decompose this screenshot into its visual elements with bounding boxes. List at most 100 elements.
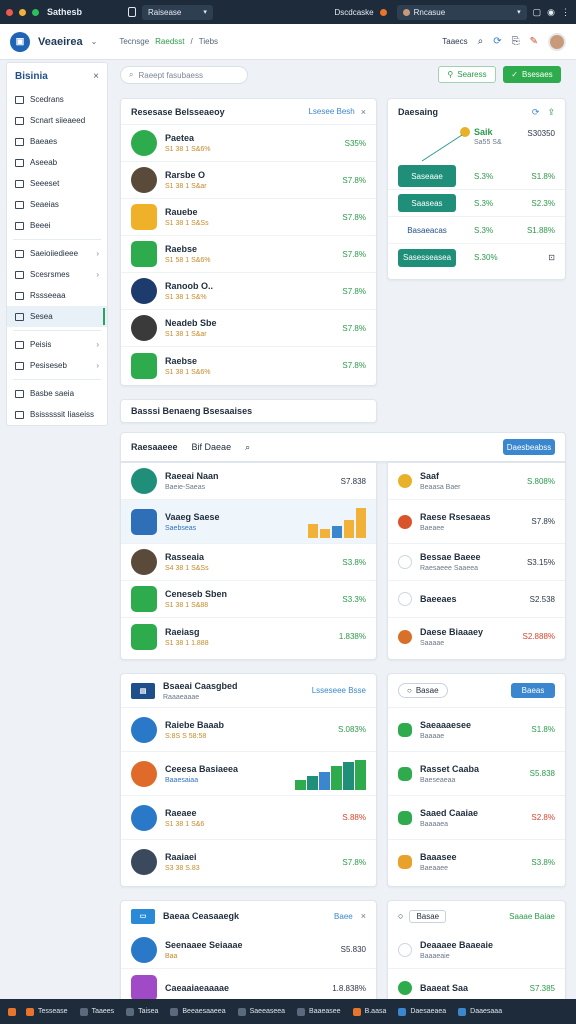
list-item[interactable]: Seenaaee Seiaaae Baa S5.830 xyxy=(121,931,376,969)
pin-icon[interactable]: ✎ xyxy=(530,36,538,47)
ledger-button[interactable]: Baeas xyxy=(511,683,555,698)
card-link[interactable]: Saaae Baiae xyxy=(509,912,555,921)
list-item[interactable]: Ceeesa Basiaeea Baaesaiaa xyxy=(121,752,376,796)
list-item[interactable]: Raeaee S1 38 1 S&6 S.88% xyxy=(121,796,376,840)
maximize-window-icon[interactable] xyxy=(32,8,39,16)
ledger-tab[interactable]: ○ Basae xyxy=(398,683,448,698)
app-logo-icon[interactable]: ▣ xyxy=(10,31,30,52)
profile-tab[interactable]: Rncasue ▾ xyxy=(396,4,527,20)
refresh-icon[interactable]: ⟳ xyxy=(493,36,501,47)
close-icon[interactable]: × xyxy=(361,107,366,117)
sidebar-item[interactable]: Scesrsmes › xyxy=(7,264,107,285)
sidebar-item[interactable]: Saeioiiedieee › xyxy=(7,243,107,264)
list-item[interactable]: Saeaaaesee Baaaae S1.8% xyxy=(388,708,565,752)
list-item[interactable]: Baaasee Baeaaee S3.8% xyxy=(388,840,565,884)
chevron-down-icon[interactable]: ⌄ xyxy=(91,37,98,46)
list-item[interactable]: Vaaeg Saese Saebseas xyxy=(121,500,376,544)
list-item[interactable]: Raese Rsesaeas Baeaee S7.8% xyxy=(388,500,565,544)
list-item[interactable]: Rauebe S1 38 1 S&Ss S7.8% xyxy=(121,199,376,236)
list-item[interactable]: Raiebe Baaab S:8S S 58:58 S.083% xyxy=(121,708,376,752)
taskbar-item[interactable]: Baaeasee xyxy=(297,1007,341,1016)
detail-row[interactable]: Basaeacas S.3% S1.88% xyxy=(388,217,565,244)
sidebar-item[interactable]: Baeaes xyxy=(7,131,107,152)
sidebar-item[interactable]: Basbe saeia xyxy=(7,383,107,404)
list-item[interactable]: Deaaaee Baaeaie Baaaeaie xyxy=(388,931,565,969)
link-icon[interactable]: ⎘ xyxy=(512,36,520,47)
detail-pill[interactable]: Sasesseasea xyxy=(398,248,456,267)
detail-pill[interactable]: Basaeacas xyxy=(398,221,456,239)
breadcrumb-item[interactable]: Tiebs xyxy=(199,37,218,46)
close-icon[interactable]: × xyxy=(361,911,366,921)
sidebar-item[interactable]: Peisis › xyxy=(7,334,107,355)
sidebar-item[interactable]: Seeeset xyxy=(7,173,107,194)
list-item[interactable]: Rarsbe O S1 38 1 S&ar S7.8% xyxy=(121,162,376,199)
sidebar-item[interactable]: Rssseeaa xyxy=(7,285,107,306)
tab-feed[interactable]: Raesaaeee xyxy=(131,442,178,452)
taskbar-item[interactable]: Beeaesaaeea xyxy=(170,1007,226,1016)
card-link[interactable]: Baee xyxy=(334,912,353,921)
list-item[interactable]: Raaiaei S3 38 S.83 S7.8% xyxy=(121,840,376,884)
close-icon[interactable]: × xyxy=(93,71,99,82)
card-link[interactable]: Lsseseee Bsse xyxy=(312,686,366,695)
detail-pill[interactable]: Saaseas xyxy=(398,194,456,212)
filter-button[interactable]: ⚲ Searess xyxy=(438,66,496,83)
list-item[interactable]: Saaed Caaiae Baaaaea S2.8% xyxy=(388,796,565,840)
taskbar-item[interactable]: Daesaeaea xyxy=(398,1007,446,1016)
list-item[interactable]: Raebse S1 58 1 S&6% S7.8% xyxy=(121,236,376,273)
device-icon[interactable] xyxy=(128,7,137,17)
sidebar-item[interactable]: Sesea xyxy=(7,306,107,327)
taskbar-item[interactable]: Daaesaaa xyxy=(458,1007,502,1016)
list-item[interactable]: Paetea S1 38 1 S&6% S35% xyxy=(121,125,376,162)
close-window-icon[interactable] xyxy=(6,8,13,16)
share-icon[interactable]: ⇪ xyxy=(547,107,555,118)
detail-pill[interactable]: Saseaae xyxy=(398,165,456,187)
breadcrumb-item[interactable]: Tecnsge xyxy=(119,37,149,46)
card-link[interactable]: Lsesee Besh xyxy=(308,107,354,116)
list-item[interactable]: Raeeai Naan Baeie-Saeas S7.838 xyxy=(121,463,376,500)
list-item[interactable]: Rasseaia S4 38 1 S&Ss S3.8% xyxy=(121,544,376,581)
breadcrumb-item[interactable]: Raedsst xyxy=(155,37,184,46)
list-item[interactable]: Raebse S1 38 1 S&6% S7.8% xyxy=(121,347,376,384)
taskbar-item[interactable]: Tessease xyxy=(26,1007,68,1016)
sidebar-item[interactable]: Pesiseseb › xyxy=(7,355,107,376)
list-item[interactable]: Baeeaes S2.538 xyxy=(388,581,565,618)
list-item[interactable]: Raeiasg S1 38 1 1.888 1.838% xyxy=(121,618,376,655)
contacts-tab[interactable]: Basae xyxy=(409,909,447,923)
detail-row[interactable]: Sasesseasea S.30% ⊡ xyxy=(388,244,565,271)
start-icon[interactable] xyxy=(8,1007,16,1016)
sidebar-item[interactable]: Beeei xyxy=(7,215,107,236)
address-label[interactable]: Dscdcaske xyxy=(335,8,374,17)
search-icon[interactable]: ⌕ xyxy=(245,442,250,453)
calendar-icon[interactable]: ▢ xyxy=(533,7,542,18)
tab-filter[interactable]: Bif Daeae xyxy=(192,442,232,452)
feed-button[interactable]: Daesbeabss xyxy=(503,439,555,455)
detail-row[interactable]: Saseaae S.3% S1.8% xyxy=(388,163,565,190)
taskbar-item[interactable]: B.aasa xyxy=(352,1007,386,1016)
list-item[interactable]: Saaf Beaasa Baer S.808% xyxy=(388,463,565,500)
list-item[interactable]: Ranoob O.. S1 38 1 S&% S7.8% xyxy=(121,273,376,310)
window-tab[interactable]: Raisease ▾ xyxy=(142,4,213,20)
taskbar-item[interactable]: Taaees xyxy=(79,1007,114,1016)
taskbar-item[interactable]: Saeeaseea xyxy=(237,1007,285,1016)
primary-button[interactable]: ✓ Bsesaes xyxy=(503,66,561,83)
detail-row[interactable]: Saaseas S.3% S2.3% xyxy=(388,190,565,217)
sidebar-item[interactable]: Scedrans xyxy=(7,89,107,110)
avatar[interactable] xyxy=(548,32,566,51)
sidebar-item[interactable]: Scnart siieaeed xyxy=(7,110,107,131)
list-item[interactable]: Ceneseb Sben S1 38 1 S&88 S3.3% xyxy=(121,581,376,618)
expand-icon[interactable]: ⊡ xyxy=(548,253,555,262)
sidebar-item[interactable]: Bsisssssit Iiaseiss xyxy=(7,404,107,425)
notification-icon[interactable] xyxy=(379,8,387,16)
minimize-window-icon[interactable] xyxy=(19,8,26,16)
list-item[interactable]: Neadeb Sbe S1 38 1 S&ar S7.8% xyxy=(121,310,376,347)
list-item[interactable]: Daese Biaaaey Saaaae S2.888% xyxy=(388,618,565,655)
account-label[interactable]: Taaecs xyxy=(442,37,467,46)
refresh-icon[interactable]: ⟳ xyxy=(532,107,540,118)
list-item[interactable]: Rasset Caaba Baeseaeaa S5.838 xyxy=(388,752,565,796)
menu-icon[interactable]: ⋮ xyxy=(561,7,570,18)
sidebar-item[interactable]: Aseeab xyxy=(7,152,107,173)
taskbar-item[interactable]: Taisea xyxy=(126,1007,158,1016)
search-input[interactable]: ⌕ Raeept fasubaess xyxy=(120,66,248,84)
list-item[interactable]: Bessae Baeee Raesaeee Saaeea S3.15% xyxy=(388,544,565,581)
sidebar-item[interactable]: Seaeias xyxy=(7,194,107,215)
